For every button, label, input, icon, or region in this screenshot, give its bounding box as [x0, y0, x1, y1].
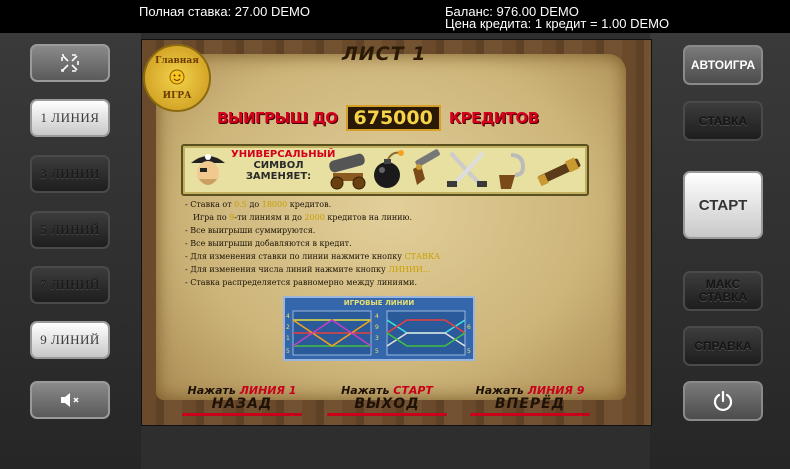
- rule-lines: Игра по 9-ти линиям и до 2000 кредитов н…: [193, 213, 412, 222]
- start-button[interactable]: СТАРТ: [683, 171, 763, 239]
- payline-number-mid-3: 3: [375, 335, 379, 342]
- max-win-suffix: КРЕДИТОВ: [448, 109, 539, 127]
- max-win-prefix: ВЫИГРЫШ ДО: [217, 109, 338, 127]
- line-3-button[interactable]: 3 ЛИНИИ: [30, 155, 110, 193]
- cannon-icon: [329, 153, 366, 190]
- autoplay-button[interactable]: АВТОИГРА: [683, 45, 763, 85]
- nav-back[interactable]: Нажать ЛИНИЯ 1 НАЗАД: [172, 384, 312, 416]
- mute-icon: [61, 393, 79, 407]
- nav-back-label: НАЗАД: [211, 396, 273, 412]
- max-bet-label-2: СТАВКА: [698, 290, 748, 304]
- total-bet-text: Полная ставка: 27.00 DEMO: [139, 4, 310, 19]
- game-logo: Главная ИГРА: [143, 44, 211, 112]
- fullscreen-button[interactable]: [30, 44, 110, 82]
- max-win-banner: ВЫИГРЫШ ДО 675000 КРЕДИТОВ: [217, 104, 539, 132]
- sound-button[interactable]: [30, 381, 110, 419]
- line-5-button[interactable]: 5 ЛИНИЙ: [30, 211, 110, 249]
- nav-exit-label: ВЫХОД: [354, 396, 420, 412]
- rule-change-lines: - Для изменения числа линий нажмите кноп…: [185, 265, 431, 274]
- top-info-bar: Полная ставка: 27.00 DEMO Баланс: 976.00…: [0, 0, 790, 33]
- bomb-icon: [374, 150, 404, 188]
- line-1-button[interactable]: 1 ЛИНИЯ: [30, 99, 110, 137]
- page-title: ЛИСТ 1: [342, 43, 427, 65]
- wild-description: УНИВЕРСАЛЬНЫЙ СИМВОЛ ЗАМЕНЯЕТ:: [231, 149, 336, 182]
- payline-number-left-3: 1: [286, 335, 290, 342]
- paylines-grid: 4 2 1 5 4 9 3 5 6 5: [286, 310, 471, 356]
- nav-next-underline: [470, 413, 590, 416]
- help-screen: ЛИСТ 1 Главная ИГРА ВЫИГРЫШ ДО 675000 КР…: [141, 39, 652, 426]
- payline-number-left-4: 5: [286, 348, 290, 355]
- wild-symbol-panel: УНИВЕРСАЛЬНЫЙ СИМВОЛ ЗАМЕНЯЕТ:: [181, 144, 589, 196]
- crossed-sabers-icon: [447, 151, 487, 187]
- payline-number-right-2: 5: [467, 348, 471, 355]
- bet-button[interactable]: СТАВКА: [683, 101, 763, 141]
- help-button[interactable]: СПРАВКА: [683, 326, 763, 366]
- nav-exit-underline: [327, 413, 447, 416]
- wild-line-3: ЗАМЕНЯЕТ:: [245, 171, 312, 182]
- power-icon: [713, 390, 733, 412]
- payline-number-left-2: 2: [286, 324, 290, 331]
- payline-number-mid-4: 5: [375, 348, 379, 355]
- wild-line-1: УНИВЕРСАЛЬНЫЙ: [231, 149, 336, 160]
- rule-change-bet: - Для изменения ставки по линии нажмите …: [185, 252, 441, 261]
- rule-distribution: - Ставка распределяется равномерно между…: [185, 278, 417, 287]
- power-button[interactable]: [683, 381, 763, 421]
- rule-bet-range: - Ставка от 0.5 до 18000 кредитов.: [185, 200, 332, 209]
- payline-number-right-1: 6: [467, 324, 471, 331]
- nav-back-underline: [182, 413, 302, 416]
- pirate-wild-icon: [191, 154, 225, 185]
- pistol-icon: [413, 149, 440, 185]
- rule-credit: - Все выигрыши добавляются в кредит.: [185, 239, 352, 248]
- nav-exit[interactable]: Нажать СТАРТ ВЫХОД: [317, 384, 457, 416]
- sun-face-icon: [169, 69, 185, 84]
- line-7-button[interactable]: 7 ЛИНИЙ: [30, 266, 110, 304]
- payline-number-mid-1: 4: [375, 313, 379, 320]
- logo-text-top: Главная: [155, 55, 199, 66]
- max-win-value: 675000: [345, 105, 441, 131]
- hook-icon: [499, 153, 526, 189]
- paylines-diagram: ИГРОВЫЕ ЛИНИИ 4 2 1 5 4 9 3 5 6 5: [283, 296, 475, 361]
- rule-sum: - Все выигрыши суммируются.: [185, 226, 316, 235]
- credit-price-text: Цена кредита: 1 кредит = 1.00 DEMO: [445, 16, 670, 31]
- nav-next-label: ВПЕРЁД: [494, 396, 566, 412]
- spyglass-icon: [537, 157, 581, 187]
- paylines-label: ИГРОВЫЕ ЛИНИИ: [343, 299, 415, 307]
- nav-next[interactable]: Нажать ЛИНИЯ 9 ВПЕРЁД: [460, 384, 600, 416]
- rules-list: - Ставка от 0.5 до 18000 кредитов. Игра …: [185, 198, 505, 289]
- payline-number-left-1: 4: [286, 313, 290, 320]
- payline-number-mid-2: 9: [375, 324, 379, 331]
- max-bet-button[interactable]: МАКС СТАВКА: [683, 271, 763, 311]
- wild-line-2: СИМВОЛ: [253, 160, 304, 171]
- fullscreen-icon: [61, 54, 79, 72]
- logo-text-bottom: ИГРА: [162, 90, 192, 101]
- line-9-button[interactable]: 9 ЛИНИЙ: [30, 321, 110, 359]
